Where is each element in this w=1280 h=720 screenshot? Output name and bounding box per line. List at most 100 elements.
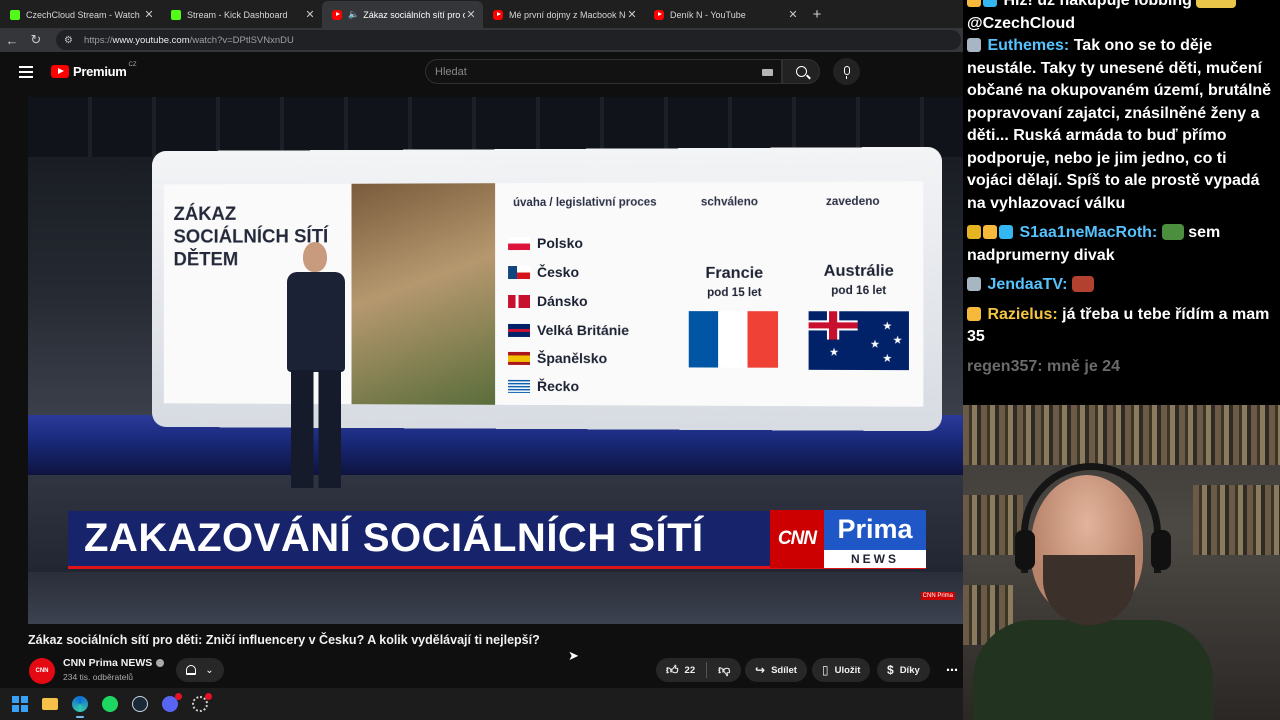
flag-spain-icon bbox=[508, 351, 531, 365]
dislike-icon[interactable]: 👎︎ bbox=[718, 663, 730, 678]
crown-badge-icon bbox=[967, 225, 981, 239]
lower-third: ZAKAZOVÁNÍ SOCIÁLNÍCH SÍTÍ CNN Prima NEW… bbox=[68, 509, 926, 569]
emote-icon bbox=[1161, 224, 1184, 240]
chat-text: mně je 24 bbox=[1047, 357, 1120, 375]
like-count[interactable]: 22 bbox=[685, 665, 696, 676]
channel-name-row[interactable]: CNN Prima NEWS bbox=[63, 657, 165, 669]
microphone-icon bbox=[843, 66, 850, 79]
mouse-cursor-icon: ➤ bbox=[568, 648, 579, 663]
chat-message: regen357: mně je 24 bbox=[967, 356, 1272, 379]
close-icon[interactable]: ✕ bbox=[143, 8, 155, 21]
badge-icon bbox=[999, 225, 1013, 239]
discord-icon[interactable] bbox=[160, 693, 182, 714]
edge-browser-icon[interactable] bbox=[70, 694, 90, 718]
channel-watermark: CNN Prima bbox=[920, 592, 955, 600]
chat-text: Hiz! už nakupuje lobbing bbox=[1003, 0, 1192, 9]
url-path: /watch?v=DPtlSVNxnDU bbox=[189, 34, 294, 46]
bookshelf bbox=[963, 405, 1280, 465]
windows-start-icon[interactable] bbox=[10, 694, 30, 714]
chat-mention: @CzechCloud bbox=[967, 14, 1076, 32]
close-icon[interactable]: ✕ bbox=[787, 8, 799, 21]
like-icon[interactable]: 👍︎ bbox=[666, 663, 679, 678]
search-input[interactable]: Hledat bbox=[425, 59, 782, 84]
badge-icon bbox=[983, 0, 997, 7]
chat-message: S1aa1neMacRoth: sem nadprumerny divak bbox=[967, 222, 1272, 267]
tab-title: Stream - Kick Dashboard bbox=[187, 9, 288, 20]
file-explorer-icon[interactable] bbox=[40, 694, 60, 714]
close-icon[interactable]: ✕ bbox=[465, 8, 477, 21]
notification-badge bbox=[175, 693, 182, 700]
search-placeholder: Hledat bbox=[435, 66, 467, 78]
prima-logo-text: Prima bbox=[824, 509, 926, 550]
channel-name[interactable]: CNN Prima NEWS bbox=[63, 657, 152, 669]
flag-australia-icon: ★ ★ ★ ★ ★ bbox=[808, 311, 909, 371]
browser-toolbar: ← ↻ ⚙ https://www.youtube.com/watch?v=DP… bbox=[0, 28, 963, 52]
emote-icon bbox=[1196, 0, 1237, 8]
headset-earcup bbox=[1151, 530, 1171, 570]
youtube-logo[interactable]: Premium CZ bbox=[51, 61, 137, 79]
close-icon[interactable]: ✕ bbox=[626, 8, 638, 21]
kick-icon bbox=[171, 9, 181, 20]
settings-icon[interactable] bbox=[190, 693, 212, 714]
url-scheme: https:// bbox=[84, 34, 113, 46]
address-bar[interactable]: ⚙ https://www.youtube.com/watch?v=DPtlSV… bbox=[56, 30, 961, 50]
search-button[interactable] bbox=[782, 59, 820, 84]
more-actions-icon[interactable]: ⋯ bbox=[940, 658, 964, 682]
keyboard-icon[interactable] bbox=[762, 69, 773, 76]
chat-username: regen357: bbox=[967, 357, 1043, 375]
close-icon[interactable]: ✕ bbox=[304, 8, 316, 21]
browser-tab[interactable]: Deník N - YouTube ✕ bbox=[644, 1, 805, 28]
save-label: Uložit bbox=[834, 664, 861, 676]
tab-title: Mé první dojmy z Macbook Neo. bbox=[509, 9, 626, 20]
sub-badge-icon bbox=[967, 0, 981, 7]
sub-badge-icon bbox=[967, 38, 981, 52]
back-button[interactable]: ← bbox=[0, 28, 24, 52]
sub-badge-icon bbox=[983, 225, 997, 239]
tab-title: Deník N - YouTube bbox=[670, 9, 746, 20]
youtube-icon bbox=[332, 9, 342, 20]
browser-tab[interactable]: Mé první dojmy z Macbook Neo. ✕ bbox=[483, 1, 644, 28]
country-code: CZ bbox=[128, 61, 137, 68]
country-name: Dánsko bbox=[537, 292, 588, 310]
country-name: Velká Británie bbox=[537, 321, 630, 339]
notification-badge bbox=[205, 693, 212, 700]
browser-tab-active[interactable]: 🔈 Zákaz sociálních sítí pro děti: ✕ bbox=[322, 1, 483, 28]
thanks-button[interactable]: $ Díky bbox=[877, 658, 930, 682]
save-button[interactable]: ▯ Uložit bbox=[812, 658, 871, 682]
browser-tab[interactable]: CzechCloud Stream - Watch Live o ✕ bbox=[0, 1, 161, 28]
menu-icon[interactable] bbox=[19, 66, 33, 78]
super-thanks-icon: $ bbox=[887, 663, 894, 677]
browser-tab[interactable]: Stream - Kick Dashboard ✕ bbox=[161, 1, 322, 28]
reload-button[interactable]: ↻ bbox=[24, 28, 48, 52]
chat-username: Razielus: bbox=[987, 305, 1058, 323]
cnn-prima-logo: CNN Prima NEWS bbox=[770, 509, 926, 568]
chat-username: JendaaTV: bbox=[987, 276, 1068, 293]
stream-chat-overlay: Hiz! už nakupuje lobbing @CzechCloud Eut… bbox=[963, 0, 1280, 405]
spotify-icon[interactable] bbox=[100, 694, 120, 714]
bookshelf bbox=[963, 495, 1023, 555]
voice-search-button[interactable] bbox=[833, 58, 860, 85]
subscribed-button[interactable]: ⌄ bbox=[176, 658, 224, 682]
country-name: Řecko bbox=[537, 377, 580, 395]
presenter bbox=[273, 242, 363, 492]
chat-message: JendaaTV: bbox=[967, 274, 1272, 297]
new-tab-button[interactable]: + bbox=[805, 1, 829, 28]
column-header: zavedeno bbox=[825, 195, 880, 209]
studio-desk bbox=[28, 572, 963, 624]
windows-taskbar bbox=[0, 688, 963, 720]
speaker-icon[interactable]: 🔈 bbox=[348, 9, 359, 20]
approved-country: Francie bbox=[705, 264, 764, 282]
emote-icon bbox=[1071, 276, 1094, 292]
verified-icon bbox=[156, 659, 165, 667]
share-button[interactable]: ↪ Sdílet bbox=[745, 658, 807, 682]
steam-icon[interactable] bbox=[130, 694, 150, 714]
headset-earcup bbox=[1015, 530, 1035, 570]
tab-title: CzechCloud Stream - Watch Live o bbox=[26, 9, 143, 20]
video-player[interactable]: ZÁKAZ SOCIÁLNÍCH SÍTÍ DĚTEM úvaha / legi… bbox=[28, 97, 963, 624]
youtube-header: Premium CZ Hledat bbox=[0, 52, 963, 92]
country-name: Španělsko bbox=[537, 349, 608, 367]
channel-avatar[interactable]: CNN bbox=[29, 658, 55, 684]
chat-message: Hiz! už nakupuje lobbing @CzechCloud bbox=[967, 0, 1272, 35]
site-info-icon[interactable]: ⚙ bbox=[64, 35, 76, 46]
share-icon: ↪ bbox=[755, 663, 766, 677]
